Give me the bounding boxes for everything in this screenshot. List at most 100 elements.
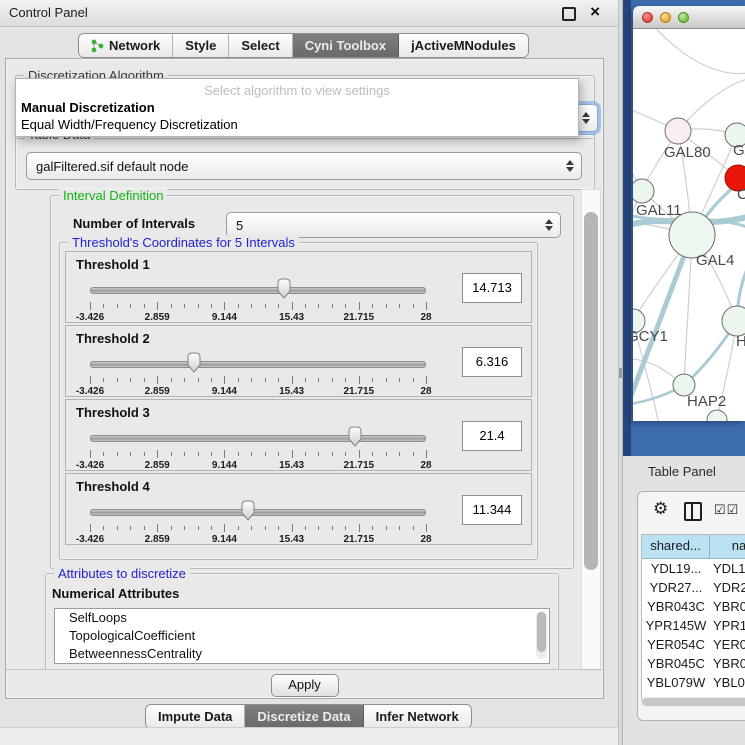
top-tab-bar: Network Style Select Cyni Toolbox jActiv… <box>78 33 529 58</box>
numerical-attributes-list[interactable]: SelfLoops TopologicalCoefficient Between… <box>54 608 550 664</box>
float-window-icon[interactable] <box>562 7 576 21</box>
slider-handle[interactable] <box>347 426 363 447</box>
close-traffic-light[interactable] <box>642 12 653 23</box>
node-label: C <box>737 186 745 203</box>
network-node[interactable] <box>722 306 745 336</box>
apply-row: Apply <box>6 669 603 699</box>
tab-network[interactable]: Network <box>79 34 173 57</box>
threshold-4-block: Threshold 4 -3.4262.8599.14415.4321.7152… <box>65 473 532 545</box>
combo-arrows-icon <box>545 219 553 231</box>
threshold-3-value[interactable]: 21.4 <box>462 421 522 451</box>
algorithm-dropdown-popup: Select algorithm to view settings Manual… <box>15 78 579 137</box>
dropdown-item-equal-width-frequency[interactable]: Equal Width/Frequency Discretization <box>16 116 578 133</box>
table-header-row: shared... na <box>642 535 745 559</box>
minimize-traffic-light[interactable] <box>660 12 671 23</box>
dropdown-placeholder: Select algorithm to view settings <box>16 79 578 99</box>
threshold-4-slider[interactable]: -3.4262.8599.14415.4321.71528 <box>90 498 426 542</box>
network-window[interactable]: GAL80 GA C GAL11 GAL4 GCY1 H HAP2 <box>633 6 745 421</box>
network-window-titlebar[interactable] <box>633 6 745 29</box>
numerical-attributes-label: Numerical Attributes <box>52 586 179 601</box>
tab-select[interactable]: Select <box>229 34 292 57</box>
gear-icon[interactable]: ⚙ <box>653 499 668 519</box>
threshold-3-slider[interactable]: -3.4262.8599.14415.4321.71528 <box>90 424 426 468</box>
combo-arrows-icon <box>582 112 590 124</box>
table-row[interactable]: YBR043CYBR04 <box>642 597 745 616</box>
table-row[interactable]: YER054CYER05 <box>642 635 745 654</box>
node-label: GCY1 <box>633 328 668 345</box>
table-data-group: Table Data galFiltered.sif default node <box>15 134 595 190</box>
network-canvas[interactable]: GAL80 GA C GAL11 GAL4 GCY1 H HAP2 <box>633 29 745 421</box>
table-row[interactable]: YBL079WYBL07 <box>642 673 745 692</box>
threshold-1-value[interactable]: 14.713 <box>462 273 522 303</box>
node-table-container: ⚙ ☑☑ shared... na YDL19...YDL19YDR27...Y… <box>637 491 745 721</box>
interval-definition-group: Interval Definition Number of Intervals … <box>50 195 574 569</box>
network-node[interactable] <box>665 118 691 144</box>
table-panel: Table Panel ⚙ ☑☑ shared... na YDL19...YD… <box>623 456 745 745</box>
thresholds-group: Threshold's Coordinates for 5 Intervals … <box>59 242 538 560</box>
tab-discretize-data[interactable]: Discretize Data <box>245 705 363 728</box>
node-label: H <box>736 333 745 350</box>
settings-scrollbar[interactable] <box>581 189 601 671</box>
column-header-name[interactable]: na <box>710 535 745 558</box>
network-icon <box>91 39 104 53</box>
slider-handle[interactable] <box>186 352 202 373</box>
list-item[interactable]: BetweennessCentrality <box>55 645 549 663</box>
threshold-3-block: Threshold 3 -3.4262.8599.14415.4321.7152… <box>65 399 532 471</box>
zoom-traffic-light[interactable] <box>678 12 689 23</box>
threshold-1-block: Threshold 1 -3.4262.8599.14415.4321.7152… <box>65 251 532 323</box>
table-row[interactable]: YDR27...YDR27 <box>642 578 745 597</box>
threshold-2-block: Threshold 2 -3.4262.8599.14415.4321.7152… <box>65 325 532 397</box>
tab-impute-data[interactable]: Impute Data <box>146 705 245 728</box>
slider-handle[interactable] <box>276 278 292 299</box>
table-panel-title: Table Panel <box>648 464 716 479</box>
control-panel-titlebar: Control Panel × <box>0 0 618 27</box>
node-label: GA <box>733 142 745 159</box>
apply-button[interactable]: Apply <box>271 674 339 697</box>
threshold-2-value[interactable]: 6.316 <box>462 347 522 377</box>
slider-handle[interactable] <box>240 500 256 521</box>
tab-jactivemnodules[interactable]: jActiveMNodules <box>399 34 528 57</box>
node-label: GAL4 <box>696 252 734 269</box>
list-scrollbar[interactable] <box>536 611 547 659</box>
thresholds-group-title: Threshold's Coordinates for 5 Intervals <box>68 235 299 250</box>
table-data-combobox[interactable]: galFiltered.sif default node <box>26 152 582 180</box>
screen: Control Panel × Network Style Select Cyn… <box>0 0 745 745</box>
node-label: GAL80 <box>664 144 711 161</box>
control-panel: Control Panel × Network Style Select Cyn… <box>0 0 618 745</box>
threshold-2-slider[interactable]: -3.4262.8599.14415.4321.71528 <box>90 350 426 394</box>
number-of-intervals-label: Number of Intervals <box>73 216 195 231</box>
tab-infer-network[interactable]: Infer Network <box>364 705 471 728</box>
interval-definition-title: Interval Definition <box>59 189 167 203</box>
cyni-toolbox-panel: Discretization Algorithm Select algorith… <box>5 58 604 699</box>
node-label: GAL11 <box>636 202 682 219</box>
node-table-rows: YDL19...YDL19YDR27...YDR27YBR043CYBR04YP… <box>642 559 745 702</box>
attributes-group: Attributes to discretize Numerical Attri… <box>45 573 559 669</box>
dropdown-item-manual-discretization[interactable]: Manual Discretization <box>16 99 578 116</box>
table-row[interactable]: YDL19...YDL19 <box>642 559 745 578</box>
column-header-shared-name[interactable]: shared... <box>642 535 710 558</box>
node-label: HAP2 <box>687 393 726 410</box>
tab-cyni-toolbox[interactable]: Cyni Toolbox <box>293 34 399 57</box>
bottom-strip <box>0 727 618 745</box>
select-columns-icon[interactable]: ☑☑ <box>714 502 739 518</box>
columns-icon[interactable] <box>684 502 702 521</box>
bottom-tab-bar: Impute Data Discretize Data Infer Networ… <box>145 704 472 729</box>
splitter-grip-icon[interactable] <box>619 368 622 378</box>
combo-arrows-icon <box>566 160 574 172</box>
threshold-4-value[interactable]: 11.344 <box>462 495 522 525</box>
panel-title: Control Panel <box>9 5 88 20</box>
threshold-1-slider[interactable]: -3.4262.8599.14415.4321.71528 <box>90 276 426 320</box>
tab-style[interactable]: Style <box>173 34 229 57</box>
close-icon[interactable]: × <box>590 2 600 22</box>
table-horizontal-scrollbar[interactable] <box>641 697 745 707</box>
node-table: shared... na YDL19...YDL19YDR27...YDR27Y… <box>641 534 745 702</box>
settings-viewport: Interval Definition Number of Intervals … <box>38 189 578 669</box>
network-desktop: GAL80 GA C GAL11 GAL4 GCY1 H HAP2 <box>623 0 745 456</box>
list-item[interactable]: SelfLoops <box>55 609 549 627</box>
table-row[interactable]: YBR045CYBR04 <box>642 654 745 673</box>
table-toolbar: ⚙ ☑☑ <box>638 492 745 530</box>
network-node[interactable] <box>707 410 727 421</box>
network-node[interactable] <box>633 179 654 203</box>
list-item[interactable]: TopologicalCoefficient <box>55 627 549 645</box>
table-row[interactable]: YPR145WYPR14 <box>642 616 745 635</box>
